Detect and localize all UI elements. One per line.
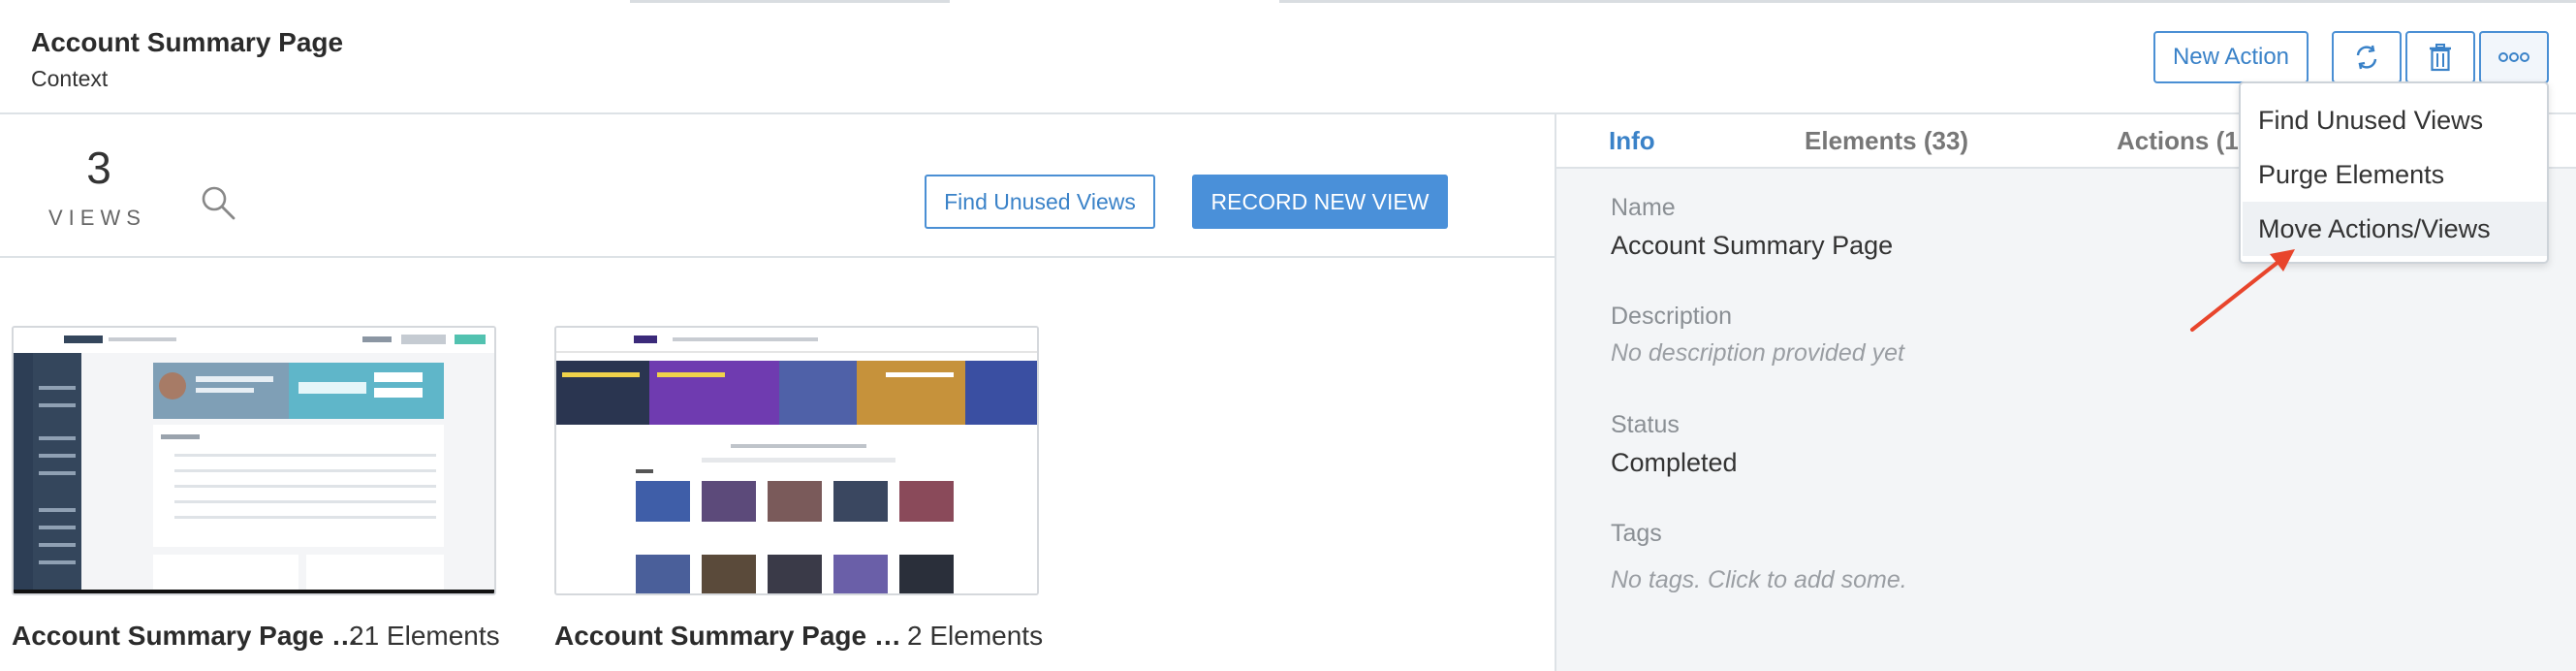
delete-button[interactable] [2405, 31, 2475, 83]
view-thumbnail[interactable] [554, 326, 1039, 595]
context-header: Account Summary Page Context New Action [0, 0, 2576, 114]
more-options-menu: Find Unused Views Purge Elements Move Ac… [2239, 81, 2549, 264]
name-value[interactable]: Account Summary Page [1611, 231, 1893, 261]
search-icon[interactable] [200, 184, 236, 221]
status-value[interactable]: Completed [1611, 448, 1738, 478]
top-tab-strip [630, 0, 950, 3]
status-label: Status [1611, 411, 1680, 438]
more-icon [2498, 52, 2529, 62]
menu-item-purge-elements[interactable]: Purge Elements [2243, 147, 2547, 202]
bank-app-screenshot [14, 328, 494, 593]
tab-actions[interactable]: Actions (1 [2117, 126, 2239, 156]
views-count: 3 [86, 143, 111, 193]
page-subtitle: Context [31, 66, 109, 91]
sports-site-screenshot [556, 328, 1037, 593]
more-options-button[interactable] [2479, 31, 2549, 83]
menu-item-find-unused-views[interactable]: Find Unused Views [2243, 93, 2547, 147]
tags-value[interactable]: No tags. Click to add some. [1611, 566, 1907, 594]
top-tab-strip [1279, 0, 2576, 3]
refresh-button[interactable] [2332, 31, 2402, 83]
divider [0, 256, 1555, 258]
tab-elements[interactable]: Elements (33) [1805, 126, 1968, 156]
view-card-name[interactable]: Account Summary Page … [12, 621, 359, 652]
name-label: Name [1611, 194, 1676, 221]
view-card-element-count: 2 Elements [907, 621, 1044, 651]
trash-icon [2430, 44, 2451, 72]
annotation-arrow-icon [2190, 249, 2295, 332]
views-label: VIEWS [48, 206, 146, 230]
tab-info[interactable]: Info [1609, 126, 1655, 156]
tags-label: Tags [1611, 520, 1662, 547]
new-action-button[interactable]: New Action [2153, 31, 2309, 83]
description-value[interactable]: No description provided yet [1611, 339, 1904, 367]
view-card-name[interactable]: Account Summary Page … [554, 621, 901, 652]
refresh-icon [2356, 45, 2377, 70]
description-label: Description [1611, 303, 1733, 330]
page-title: Account Summary Page [31, 27, 344, 57]
view-card-element-count: 21 Elements [349, 621, 500, 651]
find-unused-views-button[interactable]: Find Unused Views [925, 175, 1155, 229]
view-thumbnail[interactable] [12, 326, 496, 595]
record-new-view-button[interactable]: RECORD NEW VIEW [1192, 175, 1448, 229]
